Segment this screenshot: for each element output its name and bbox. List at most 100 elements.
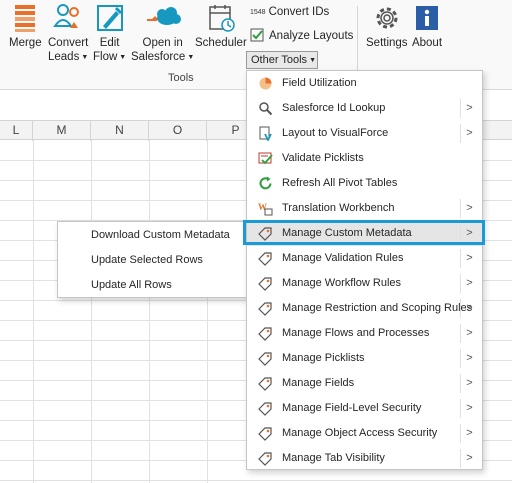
submenu-arrow-icon[interactable]: >	[460, 374, 478, 393]
column-header-n[interactable]: N	[91, 121, 149, 141]
visualforce-icon	[258, 126, 273, 143]
tag-icon	[258, 251, 273, 266]
scheduler-label: Scheduler	[195, 37, 247, 49]
scheduler-icon	[205, 2, 237, 34]
download-custom-metadata-item[interactable]: Download Custom Metadata	[58, 223, 246, 248]
edit-flow-icon	[94, 2, 126, 34]
scheduler-button[interactable]: Scheduler	[195, 2, 247, 50]
refresh-icon	[258, 176, 273, 191]
grid-line	[149, 140, 150, 483]
menu-item-label: Manage Tab Visibility	[282, 452, 385, 464]
menu-item-validate-picklists[interactable]: Validate Picklists	[247, 146, 482, 171]
merge-button[interactable]: Merge	[9, 2, 42, 50]
menu-item-manage-restriction-scoping-rules[interactable]: Manage Restriction and Scoping Rules >	[247, 296, 482, 321]
salesforce-cloud-icon	[141, 2, 185, 34]
tag-icon	[258, 376, 273, 391]
submenu-arrow-icon[interactable]: >	[460, 324, 478, 343]
menu-item-label: Field Utilization	[282, 77, 357, 89]
other-tools-dropdown[interactable]: Other Tools ▼	[246, 51, 318, 69]
selection-highlight-box	[243, 220, 485, 245]
menu-item-label: Translation Workbench	[282, 202, 395, 214]
chevron-down-icon: ▼	[309, 57, 316, 64]
menu-item-manage-workflow-rules[interactable]: Manage Workflow Rules >	[247, 271, 482, 296]
info-icon	[411, 2, 443, 34]
tag-icon	[258, 301, 273, 316]
open-in-salesforce-button[interactable]: Open in Salesforce ▼	[131, 2, 194, 65]
menu-item-refresh-pivot-tables[interactable]: Refresh All Pivot Tables	[247, 171, 482, 196]
submenu-arrow-icon[interactable]: >	[460, 424, 478, 443]
convert-ids-button[interactable]: 1548 Convert IDs	[250, 6, 329, 18]
analyze-layouts-icon	[250, 28, 265, 43]
menu-item-manage-tab-visibility[interactable]: Manage Tab Visibility >	[247, 446, 482, 471]
analyze-layouts-label: Analyze Layouts	[269, 29, 354, 42]
menu-item-label: Layout to VisualForce	[282, 127, 389, 139]
submenu-arrow-icon[interactable]: >	[460, 349, 478, 368]
update-selected-rows-item[interactable]: Update Selected Rows	[58, 248, 246, 273]
chevron-down-icon: ▼	[119, 54, 127, 61]
submenu-arrow-icon[interactable]: >	[460, 99, 478, 118]
submenu-arrow-icon[interactable]: >	[460, 199, 478, 218]
menu-item-label: Manage Restriction and Scoping Rules	[282, 302, 473, 314]
menu-item-field-utilization[interactable]: Field Utilization	[247, 71, 482, 96]
analyze-layouts-button[interactable]: Analyze Layouts	[250, 28, 353, 43]
tag-icon	[258, 276, 273, 291]
tag-icon	[258, 426, 273, 441]
menu-item-manage-fields[interactable]: Manage Fields >	[247, 371, 482, 396]
open-in-salesforce-label-line2: Salesforce	[131, 51, 186, 63]
other-tools-label: Other Tools	[251, 54, 308, 66]
column-header-l[interactable]: L	[0, 121, 33, 141]
settings-button[interactable]: Settings	[366, 2, 408, 50]
chevron-down-icon: ▼	[187, 54, 195, 61]
chevron-down-icon: ▼	[81, 54, 89, 61]
menu-item-translation-workbench[interactable]: W Translation Workbench >	[247, 196, 482, 221]
magnifier-icon	[258, 101, 273, 116]
menu-item-label: Refresh All Pivot Tables	[282, 177, 398, 189]
convert-leads-button[interactable]: Convert Leads ▼	[48, 2, 88, 65]
column-header-m[interactable]: M	[33, 121, 91, 141]
translation-icon: W	[258, 201, 273, 216]
menu-item-label: Manage Workflow Rules	[282, 277, 402, 289]
submenu-arrow-icon[interactable]: >	[460, 124, 478, 143]
menu-item-manage-validation-rules[interactable]: Manage Validation Rules >	[247, 246, 482, 271]
convert-ids-label: Convert IDs	[268, 6, 330, 18]
tag-icon	[258, 351, 273, 366]
menu-item-manage-field-level-security[interactable]: Manage Field-Level Security >	[247, 396, 482, 421]
menu-item-manage-flows-processes[interactable]: Manage Flows and Processes >	[247, 321, 482, 346]
update-all-rows-item[interactable]: Update All Rows	[58, 273, 246, 298]
column-header-o[interactable]: O	[149, 121, 207, 141]
ribbon-separator	[357, 6, 358, 80]
open-in-salesforce-label-line1: Open in	[142, 37, 183, 49]
edit-flow-button[interactable]: Edit Flow ▼	[93, 2, 126, 65]
menu-item-label: Salesforce Id Lookup	[282, 102, 386, 114]
grid-line	[91, 140, 92, 483]
checklist-icon	[258, 151, 273, 166]
menu-item-label: Manage Picklists	[282, 352, 365, 364]
custom-metadata-submenu: Download Custom Metadata Update Selected…	[57, 221, 247, 298]
menu-item-label: Manage Field-Level Security	[282, 402, 422, 414]
convert-ids-icon: 1548	[250, 8, 266, 16]
about-button[interactable]: About	[411, 2, 443, 50]
tag-icon	[258, 326, 273, 341]
convert-leads-icon	[52, 2, 84, 34]
menu-item-manage-picklists[interactable]: Manage Picklists >	[247, 346, 482, 371]
tools-group-label: Tools	[168, 72, 194, 84]
submenu-arrow-icon[interactable]: >	[460, 449, 478, 468]
convert-leads-label-line2: Leads	[48, 51, 80, 63]
menu-item-label: Manage Validation Rules	[282, 252, 404, 264]
menu-item-manage-object-access-security[interactable]: Manage Object Access Security >	[247, 421, 482, 446]
merge-label: Merge	[9, 37, 42, 49]
about-label: About	[411, 37, 443, 49]
convert-leads-label-line1: Convert	[48, 37, 89, 49]
submenu-arrow-icon[interactable]: >	[460, 299, 478, 318]
submenu-arrow-icon[interactable]: >	[460, 399, 478, 418]
submenu-arrow-icon[interactable]: >	[460, 274, 478, 293]
grid-line	[0, 480, 512, 481]
menu-item-layout-to-visualforce[interactable]: Layout to VisualForce >	[247, 121, 482, 146]
settings-label: Settings	[366, 37, 408, 49]
menu-item-label: Validate Picklists	[282, 152, 364, 164]
menu-item-label: Manage Flows and Processes	[282, 327, 430, 339]
submenu-arrow-icon[interactable]: >	[460, 249, 478, 268]
menu-item-salesforce-id-lookup[interactable]: Salesforce Id Lookup >	[247, 96, 482, 121]
tag-icon	[258, 451, 273, 466]
edit-flow-label-line1: Edit	[99, 37, 120, 49]
